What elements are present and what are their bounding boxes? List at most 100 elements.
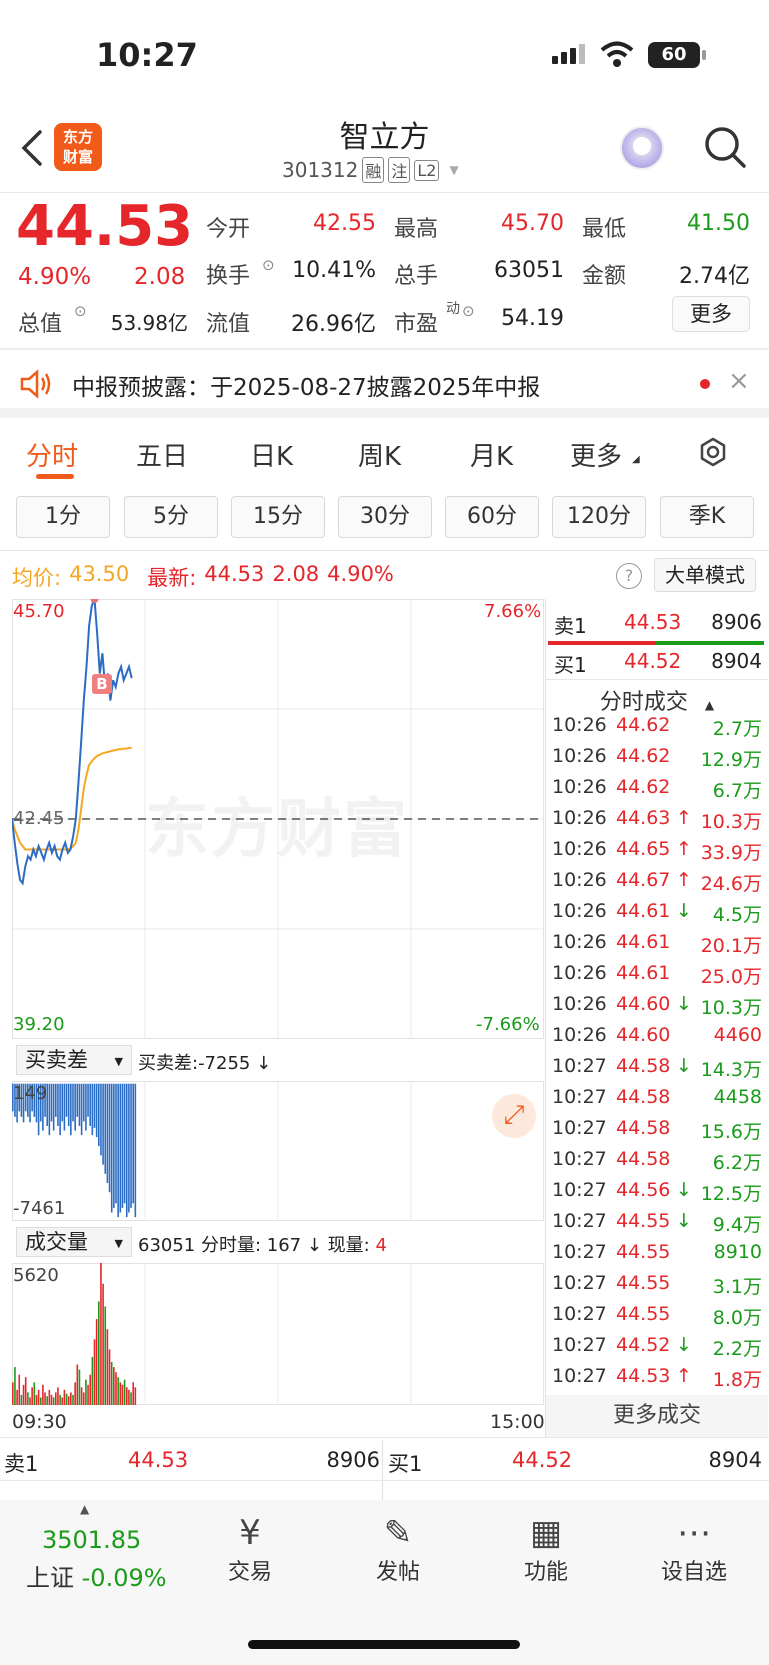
index-value[interactable]: 3501.85 [42,1526,141,1554]
tab-intraday[interactable]: 分时 [26,436,78,473]
help-icon[interactable]: ? [616,563,642,589]
more-button[interactable]: 更多 [672,296,750,332]
volume-bar [72,1394,74,1405]
amount-label: 金额 [582,264,627,289]
status-time: 10:27 [96,36,198,74]
diff-bar [115,1083,117,1204]
trade-price: 44.55 [616,1272,671,1294]
bid1-volume: 8904 [711,649,762,673]
robot-avatar-icon[interactable] [620,126,664,170]
bid1-row[interactable]: 买1 44.52 8904 [552,649,762,681]
ktab-15min[interactable]: 15分 [231,496,325,538]
tab-more[interactable]: 更多 [570,436,622,473]
diff-bar [82,1083,85,1122]
trade-time: 10:27 [552,1241,607,1263]
trade-arrow: ↓ [676,900,692,922]
tab-weekly-k[interactable]: 周K [358,436,401,473]
volume-bar [48,1389,51,1405]
bottom-ask1-row[interactable]: 卖1 44.53 8906 [4,1448,380,1478]
trade-time: 10:27 [552,1055,607,1077]
bottom-bid1-label: 买1 [388,1452,423,1476]
trade-time: 10:26 [552,745,607,767]
tab-monthly-k[interactable]: 月K [470,436,513,473]
diff-bar [80,1083,83,1136]
ktab-5min[interactable]: 5分 [124,496,218,538]
volume-bar [22,1384,25,1405]
trade-volume: 20.1万 [700,935,762,957]
big-order-mode-button[interactable]: 大单模式 [654,558,756,592]
tab-five-day[interactable]: 五日 [136,436,188,473]
more-trades-button[interactable]: 更多成交 [546,1395,768,1437]
volume-selector[interactable]: 成交量 ▼ [16,1227,132,1257]
indicator-selector[interactable]: 买卖差 ▼ [16,1045,132,1075]
diff-bar [87,1083,89,1117]
bottom-ask1-price: 44.53 [128,1448,189,1472]
nav-trade[interactable]: ¥ 交易 [200,1512,300,1586]
trade-row: 10:27 44.55 8910 [552,1241,762,1272]
ktab-120min[interactable]: 120分 [552,496,646,538]
trade-row: 10:27 44.58 6.2万 [552,1148,762,1179]
close-icon[interactable]: × [728,366,750,396]
settings-icon[interactable] [696,436,730,470]
trade-volume: 25.0万 [700,966,762,988]
trade-volume: 10.3万 [700,997,762,1019]
expand-caret-icon[interactable]: ▲ [80,1502,89,1516]
search-icon[interactable] [702,124,748,170]
trade-row: 10:26 44.63 ↑ 10.3万 [552,807,762,838]
trade-row: 10:27 44.58 ↓ 14.3万 [552,1055,762,1086]
mktcap-value: 53.98亿 [110,311,188,335]
bid-ask-diff-chart[interactable] [12,1081,544,1221]
time-start-label: 09:30 [12,1411,67,1433]
trade-time: 10:26 [552,993,607,1015]
nav-add-watchlist[interactable]: ⋯ 设自选 [644,1512,744,1586]
trade-time: 10:26 [552,838,607,860]
tag-level2: L2 [414,159,440,181]
diff-bar [63,1083,66,1131]
diff-bar [98,1083,100,1147]
trade-row: 10:27 44.53 ↑ 1.8万 [552,1365,762,1396]
stock-code-row[interactable]: 301312 融 注 L2 ▼ [282,157,459,183]
bid1-price: 44.52 [624,649,682,673]
volume-bar [63,1389,66,1405]
diff-bar [100,1083,102,1156]
pe-value: 54.19 [501,306,564,331]
info-icon[interactable]: ⊙ [74,302,87,320]
index-pct: -0.09% [81,1564,167,1592]
turnover-value: 10.41% [292,258,376,283]
info-icon[interactable]: ⊙ [262,256,275,274]
low-value: 41.50 [687,211,750,236]
trade-arrow: ↑ [676,807,692,829]
watermark: 东方财富 [145,793,409,867]
volume-chart[interactable] [12,1263,544,1405]
trade-row: 10:26 44.62 6.7万 [552,776,762,807]
index-row[interactable]: 上证 -0.09% [26,1558,167,1593]
diff-bar [85,1083,87,1131]
tab-daily-k[interactable]: 日K [250,436,293,473]
bottom-bid1-row[interactable]: 买1 44.52 8904 [388,1448,762,1478]
volume-bar [87,1384,89,1405]
ask1-row[interactable]: 卖1 44.53 8906 [552,610,762,642]
trades-title[interactable]: 分时成交 ▲ [546,684,768,716]
index-name: 上证 [26,1564,74,1592]
volume-bar [123,1379,126,1405]
info-icon[interactable]: ⊙ [462,302,475,320]
ktab-30min[interactable]: 30分 [338,496,432,538]
trade-row: 10:27 44.58 15.6万 [552,1117,762,1148]
ktab-60min[interactable]: 60分 [445,496,539,538]
dropdown-icon[interactable]: ▼ [449,163,458,177]
expand-icon[interactable]: ⤢ [492,1094,536,1138]
volume-bar [35,1394,38,1405]
notice-text[interactable]: 中报预披露：于2025-08-27披露2025年中报 [72,368,540,402]
chart-top-price: 45.70 [13,601,65,622]
ktab-1min[interactable]: 1分 [16,496,110,538]
nav-post-label: 发帖 [375,1560,420,1585]
nav-functions[interactable]: ▦ 功能 [496,1512,596,1586]
nav-post[interactable]: ✎ 发帖 [348,1512,448,1586]
trade-row: 10:26 44.61 20.1万 [552,931,762,962]
volume-bar [89,1374,91,1405]
trade-time: 10:26 [552,776,607,798]
volume-bar [70,1392,72,1405]
wifi-icon [600,41,634,67]
diff-bar [104,1083,107,1174]
ktab-quarterly[interactable]: 季K [660,496,754,538]
